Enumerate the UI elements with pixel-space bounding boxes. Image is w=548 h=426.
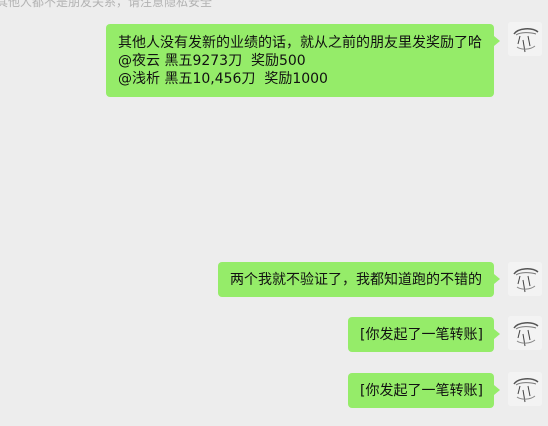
avatar[interactable]	[508, 372, 542, 406]
message-bubble[interactable]: 两个我就不验证了，我都知道跑的不错的	[218, 262, 500, 297]
sketch-portrait-avatar-icon	[508, 316, 542, 350]
message-bubble[interactable]: 其他人没有发新的业绩的话，就从之前的朋友里发奖励了哈 @夜云 黑五9273刀 奖…	[106, 24, 500, 97]
sketch-portrait-avatar-icon	[508, 22, 542, 56]
avatar[interactable]	[508, 22, 542, 56]
avatar[interactable]	[508, 316, 542, 350]
sketch-portrait-avatar-icon	[508, 262, 542, 296]
avatar[interactable]	[508, 262, 542, 296]
sketch-portrait-avatar-icon	[508, 372, 542, 406]
transfer-message-bubble[interactable]: [你发起了一笔转账]	[348, 373, 500, 408]
top-notice: 其他人都不是朋友关系，请注意隐私安全	[0, 0, 213, 9]
transfer-message-bubble[interactable]: [你发起了一笔转账]	[348, 317, 500, 352]
